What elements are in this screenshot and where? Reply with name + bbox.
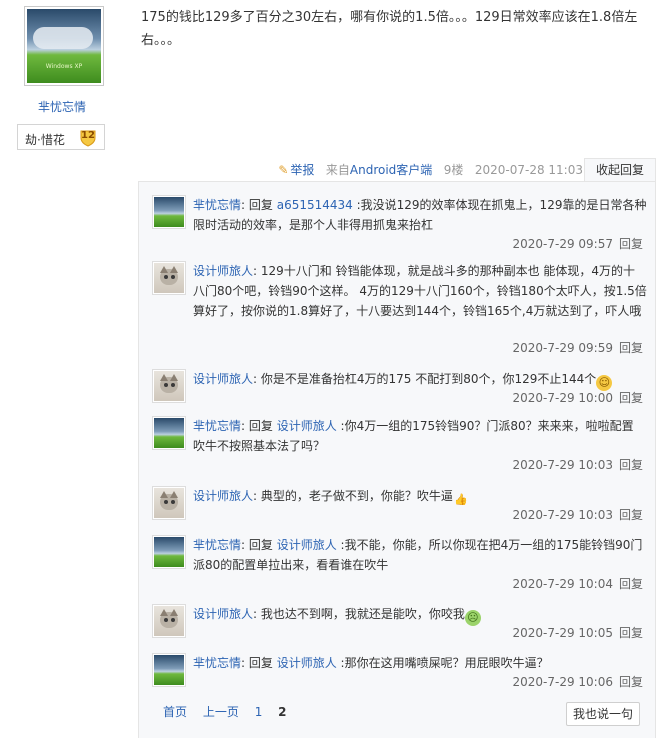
sick-emoji-icon: ☹ <box>464 610 481 626</box>
reply-avatar[interactable] <box>152 195 186 229</box>
reply-footer: 2020-7-29 09:59 回复 <box>512 339 643 356</box>
reply-user[interactable]: 设计师旅人 <box>193 264 253 278</box>
reply-item: 设计师旅人: 你是不是准备抬杠4万的175 不配打到80个，你129不止144个… <box>152 369 647 409</box>
reply-item: 芈忧忘情: 回复 设计师旅人 :我不能，你能，所以你现在把4万一组的175能铃铛… <box>152 535 647 595</box>
reply-button[interactable]: 回复 <box>619 577 643 591</box>
reply-footer: 2020-7-29 09:57 回复 <box>512 235 643 252</box>
reply-footer: 2020-7-29 10:06 回复 <box>512 673 643 690</box>
badge-level-icon: 12 <box>78 127 98 147</box>
report-icon: ✎ <box>278 163 289 177</box>
reply-text: 我也达不到啊，我就还是能吹，你咬我 <box>260 607 465 621</box>
reply-button[interactable]: 回复 <box>619 237 643 251</box>
author-avatar[interactable]: Windows XP <box>24 6 104 86</box>
reply-user[interactable]: 设计师旅人 <box>193 372 253 386</box>
reply-item: 设计师旅人: 我也达不到啊，我就还是能吹，你咬我 ☹ 2020-7-29 10:0… <box>152 604 647 644</box>
thumbs-up-emoji-icon: 👍 <box>454 493 468 506</box>
avatar-caption: Windows XP <box>45 63 83 70</box>
reply-to-user[interactable]: a651514434 <box>277 198 353 212</box>
reply-footer: 2020-7-29 10:03 回复 <box>512 506 643 523</box>
reply-word: 回复 <box>248 419 273 433</box>
reply-body: 芈忧忘情: 回复 设计师旅人 :那你在这用嘴喷屎呢？用屁眼吹牛逼？ <box>193 656 549 670</box>
reply-button[interactable]: 回复 <box>619 458 643 472</box>
reply-to-user[interactable]: 设计师旅人 <box>277 538 337 552</box>
pager-page-current: 2 <box>278 705 287 719</box>
badge-level-number: 12 <box>81 130 95 141</box>
badge-name: 劫·惜花 <box>25 133 65 147</box>
reply-button[interactable]: 回复 <box>619 341 643 355</box>
reply-body: 设计师旅人: 典型的，老子做不到，你能？吹牛逼👍 <box>193 489 468 506</box>
report-link[interactable]: 举报 <box>290 163 314 177</box>
reply-footer: 2020-7-29 10:04 回复 <box>512 575 643 592</box>
source-prefix: 来自 <box>325 163 350 177</box>
reply-word: 回复 <box>248 198 273 212</box>
reply-avatar[interactable] <box>152 604 186 638</box>
reply-avatar[interactable] <box>152 416 186 450</box>
reply-time: 2020-7-29 09:57 <box>512 237 613 251</box>
reply-to-user[interactable]: 设计师旅人 <box>277 656 337 670</box>
reply-item: 设计师旅人: 典型的，老子做不到，你能？吹牛逼👍 2020-7-29 10:03… <box>152 486 647 526</box>
reply-word: 回复 <box>248 538 273 552</box>
reply-user[interactable]: 设计师旅人 <box>193 489 253 503</box>
author-panel: Windows XP 芈忧忘情 劫·惜花 12 <box>0 0 124 738</box>
reply-word: 回复 <box>248 656 273 670</box>
reply-user[interactable]: 芈忧忘情 <box>193 419 241 433</box>
reply-time: 2020-7-29 10:06 <box>512 675 613 689</box>
pager-first[interactable]: 首页 <box>163 705 187 719</box>
pager-page-1[interactable]: 1 <box>255 705 263 719</box>
user-badge[interactable]: 劫·惜花 12 <box>17 124 105 150</box>
reply-time: 2020-7-29 10:00 <box>512 391 613 405</box>
author-name[interactable]: 芈忧忘情 <box>0 98 124 115</box>
reply-text: 你是不是准备抬杠4万的175 不配打到80个，你129不止144个 <box>260 372 597 386</box>
post-content: 175的钱比129多了百分之30左右，哪有你说的1.5倍。。。129日常效率应该… <box>141 10 638 48</box>
reply-body: 芈忧忘情: 回复 a651514434 :我没说129的效率体现在抓鬼上，129… <box>193 198 647 232</box>
reply-body: 芈忧忘情: 回复 设计师旅人 :你4万一组的175铃铛90？门派80？来来来，啦… <box>193 419 634 453</box>
reply-item: 芈忧忘情: 回复 设计师旅人 :那你在这用嘴喷屎呢？用屁眼吹牛逼？ 2020-7… <box>152 653 647 693</box>
reply-avatar[interactable] <box>152 653 186 687</box>
reply-footer: 2020-7-29 10:03 回复 <box>512 456 643 473</box>
reply-pager: 首页 上一页 1 2 <box>163 703 299 720</box>
reply-time: 2020-7-29 10:03 <box>512 458 613 472</box>
post-meta: ✎ 举报 来自Android客户端 9楼 2020-07-28 11:03 <box>138 160 583 180</box>
reply-item: 芈忧忘情: 回复 a651514434 :我没说129的效率体现在抓鬼上，129… <box>152 195 647 255</box>
reply-avatar[interactable] <box>152 369 186 403</box>
reply-body: 设计师旅人: 129十八门和 铃铛能体现，就是战斗多的那种副本也 能体现，4万的… <box>193 264 647 318</box>
reply-to-user[interactable]: 设计师旅人 <box>277 419 337 433</box>
reply-button[interactable]: 回复 <box>619 626 643 640</box>
client-link[interactable]: Android客户端 <box>350 163 432 177</box>
reply-avatar[interactable] <box>152 486 186 520</box>
reply-time: 2020-7-29 10:04 <box>512 577 613 591</box>
floor-number: 9楼 <box>443 163 464 177</box>
pager-prev[interactable]: 上一页 <box>203 705 239 719</box>
post-datetime: 2020-07-28 11:03 <box>474 163 583 177</box>
reply-time: 2020-7-29 10:03 <box>512 508 613 522</box>
reply-user[interactable]: 芈忧忘情 <box>193 538 241 552</box>
reply-avatar[interactable] <box>152 261 186 295</box>
reply-button[interactable]: 回复 <box>619 675 643 689</box>
reply-body: 设计师旅人: 我也达不到啊，我就还是能吹，你咬我 ☹ <box>193 604 647 626</box>
reply-user[interactable]: 芈忧忘情 <box>193 198 241 212</box>
reply-button[interactable]: 回复 <box>619 391 643 405</box>
reply-time: 2020-7-29 09:59 <box>512 341 613 355</box>
reply-avatar[interactable] <box>152 535 186 569</box>
reply-text: 129十八门和 铃铛能体现，就是战斗多的那种副本也 能体现，4万的十八门80个吧… <box>193 264 647 318</box>
reply-body: 设计师旅人: 你是不是准备抬杠4万的175 不配打到80个，你129不止144个… <box>193 369 647 391</box>
reply-text: 典型的，老子做不到，你能？吹牛逼 <box>260 489 453 503</box>
reply-user[interactable]: 芈忧忘情 <box>193 656 241 670</box>
reply-footer: 2020-7-29 10:05 回复 <box>512 624 643 641</box>
reply-time: 2020-7-29 10:05 <box>512 626 613 640</box>
reply-body: 芈忧忘情: 回复 设计师旅人 :我不能，你能，所以你现在把4万一组的175能铃铛… <box>193 538 643 572</box>
reply-text: :那你在这用嘴喷屎呢？用屁眼吹牛逼？ <box>336 656 549 670</box>
reply-user[interactable]: 设计师旅人 <box>193 607 253 621</box>
reply-item: 设计师旅人: 129十八门和 铃铛能体现，就是战斗多的那种副本也 能体现，4万的… <box>152 261 647 357</box>
collapse-replies-button[interactable]: 收起回复 <box>584 158 656 182</box>
reply-item: 芈忧忘情: 回复 设计师旅人 :你4万一组的175铃铛90？门派80？来来来，啦… <box>152 416 647 476</box>
say-something-button[interactable]: 我也说一句 <box>566 702 640 726</box>
reply-button[interactable]: 回复 <box>619 508 643 522</box>
reply-footer: 2020-7-29 10:00 回复 <box>512 389 643 406</box>
